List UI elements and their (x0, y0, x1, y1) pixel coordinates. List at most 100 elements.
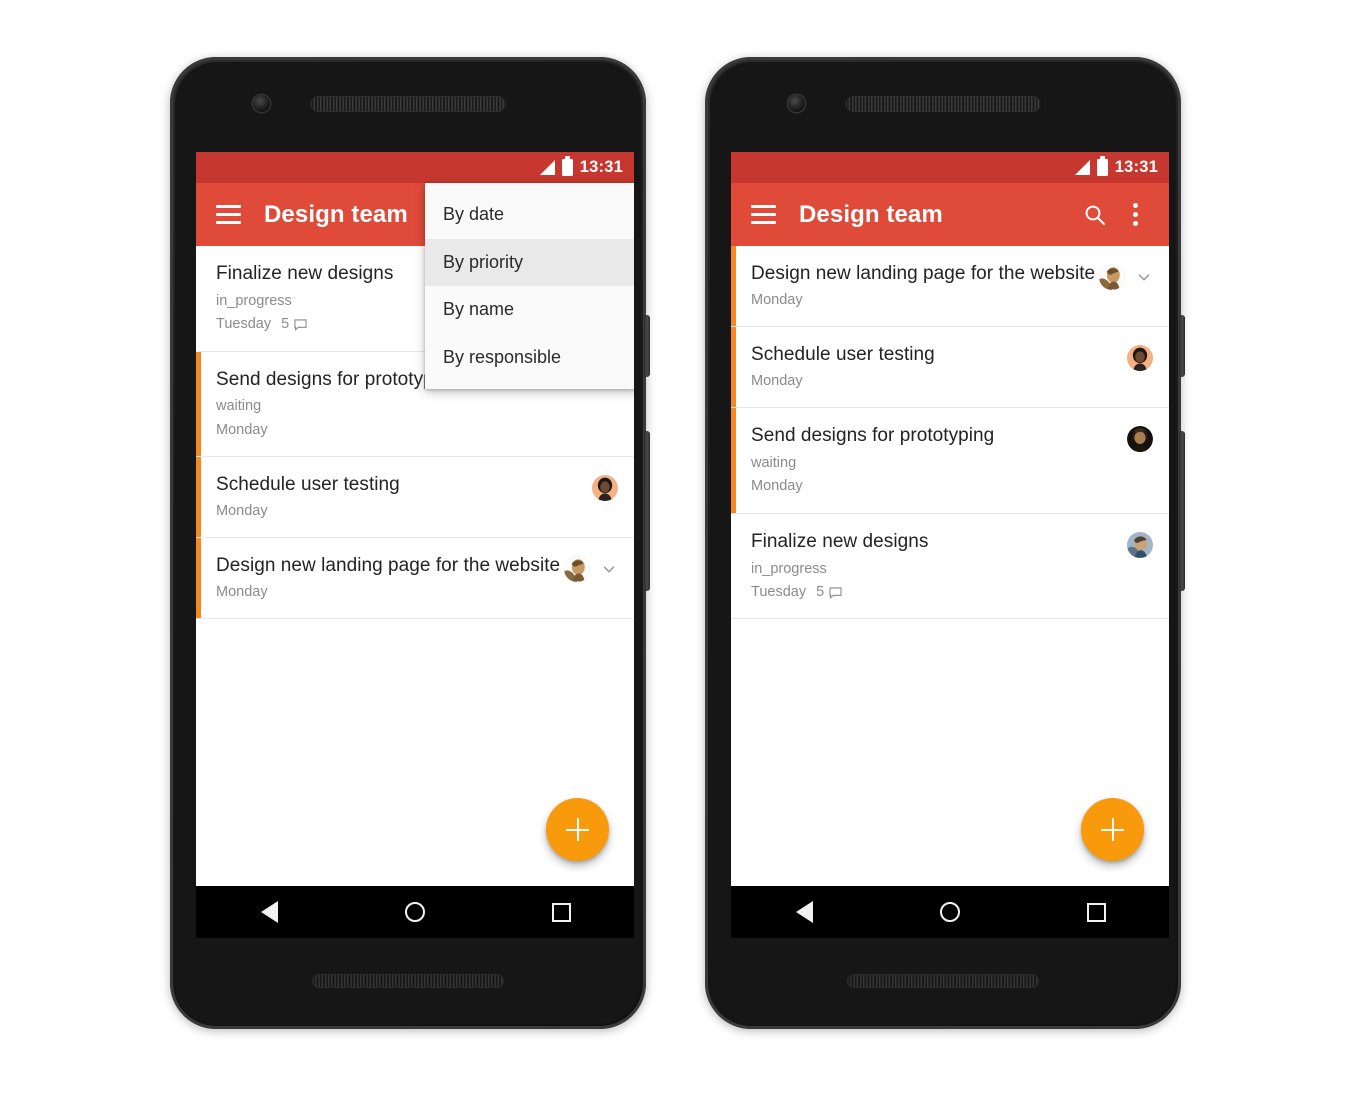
task-comments: 5 (816, 584, 842, 601)
task-content: Design new landing page for the website … (216, 554, 564, 601)
avatar[interactable] (1127, 426, 1153, 453)
nav-back-button[interactable] (776, 886, 832, 938)
task-row[interactable]: Design new landing page for the website … (731, 246, 1169, 328)
avatar[interactable] (564, 556, 590, 583)
menu-item-by-priority[interactable]: By priority (425, 238, 634, 287)
status-bar-clock: 13:31 (1114, 158, 1158, 177)
chevron-down-icon[interactable] (600, 560, 618, 578)
task-title: Design new landing page for the website (751, 263, 1096, 284)
recents-square-icon (1086, 902, 1106, 922)
task-meta: Monday (216, 422, 610, 439)
avatar[interactable] (1127, 345, 1153, 372)
nav-home-button[interactable] (922, 886, 978, 938)
page-title: Design team (264, 200, 408, 228)
avatar[interactable] (1099, 264, 1125, 290)
priority-stripe (731, 327, 736, 408)
android-nav-bar (731, 886, 1169, 938)
device-screen-right: 13:31 Design team Design new landing pag… (731, 152, 1169, 938)
task-actions (1127, 424, 1153, 453)
battery-full-icon (561, 156, 573, 176)
earpiece-speaker-grille (845, 96, 1041, 112)
status-bar-clock: 13:31 (579, 158, 623, 177)
priority-stripe (731, 408, 736, 513)
task-list-right: Design new landing page for the website … (731, 246, 1169, 620)
task-row[interactable]: Send designs for prototyping waiting Mon… (731, 408, 1169, 514)
nav-back-button[interactable] (241, 886, 297, 938)
task-day: Monday (216, 583, 268, 600)
task-day: Tuesday (216, 316, 272, 333)
status-bar: 13:31 (731, 152, 1169, 183)
sort-dropdown-menu: By date By priority By name By responsib… (425, 183, 634, 390)
task-status: in_progress (751, 560, 827, 577)
task-meta: Monday (751, 292, 1091, 309)
comment-count: 5 (816, 583, 825, 600)
plus-icon (1101, 818, 1124, 841)
priority-stripe (196, 351, 201, 457)
app-bar: Design team (731, 183, 1169, 246)
android-nav-bar (196, 886, 634, 938)
screenshot-stage: 13:31 Design team Finalize new designs i… (0, 0, 1356, 1100)
task-comments: 5 (281, 316, 307, 333)
task-content: Design new landing page for the website … (751, 262, 1099, 309)
task-title: Schedule user testing (216, 474, 400, 496)
plus-icon (566, 818, 589, 841)
task-title: Design new landing page for the website (216, 555, 561, 577)
search-button[interactable] (1075, 195, 1115, 235)
volume-button[interactable] (644, 431, 650, 591)
nav-home-button[interactable] (387, 886, 443, 938)
hamburger-menu-icon[interactable] (216, 205, 241, 224)
signal-triangle-icon (1074, 160, 1090, 175)
task-actions (592, 473, 618, 502)
task-row[interactable]: Schedule user testing Monday (731, 327, 1169, 409)
task-meta: Monday (751, 478, 1119, 495)
avatar[interactable] (592, 475, 618, 502)
task-title: Schedule user testing (751, 344, 935, 366)
add-task-fab[interactable] (1081, 798, 1144, 861)
menu-item-by-responsible[interactable]: By responsible (425, 334, 634, 382)
priority-stripe (196, 538, 201, 619)
hamburger-menu-icon[interactable] (751, 205, 776, 224)
menu-item-by-name[interactable]: By name (425, 286, 634, 334)
overflow-menu-icon (1132, 203, 1138, 226)
task-row[interactable]: Finalize new designs in_progress Tuesday… (731, 513, 1169, 620)
front-camera-icon (788, 95, 805, 112)
comment-bubble-icon (829, 587, 842, 599)
avatar[interactable] (1127, 531, 1153, 558)
task-day: Tuesday (751, 583, 807, 600)
phone-body-left: 13:31 Design team Finalize new designs i… (175, 62, 641, 1024)
comment-count: 5 (281, 316, 290, 333)
bottom-speaker-grille (312, 974, 504, 988)
back-triangle-icon (260, 901, 278, 923)
task-meta: Monday (216, 503, 584, 520)
nav-recents-button[interactable] (533, 886, 589, 938)
task-title: Finalize new designs (751, 530, 929, 552)
home-circle-icon (940, 902, 960, 922)
task-day: Monday (216, 502, 268, 519)
device-screen-left: 13:31 Design team Finalize new designs i… (196, 152, 634, 938)
priority-stripe (196, 457, 201, 538)
power-button[interactable] (1179, 315, 1185, 377)
phone-body-right: 13:31 Design team Design new landing pag… (710, 62, 1176, 1024)
nav-recents-button[interactable] (1068, 886, 1124, 938)
menu-item-by-date[interactable]: By date (425, 191, 634, 239)
task-meta: Monday (751, 373, 1119, 390)
earpiece-speaker-grille (310, 96, 506, 112)
task-row[interactable]: Schedule user testing Monday (196, 457, 634, 539)
task-content: Schedule user testing Monday (216, 473, 592, 520)
volume-button[interactable] (1179, 431, 1185, 591)
task-day: Monday (751, 372, 803, 389)
task-day: Monday (216, 421, 268, 438)
page-title: Design team (799, 200, 943, 228)
chevron-down-icon[interactable] (1135, 268, 1153, 286)
task-day: Monday (751, 478, 803, 495)
priority-stripe (731, 246, 736, 327)
power-button[interactable] (644, 315, 650, 377)
task-row[interactable]: Design new landing page for the website … (196, 538, 634, 620)
task-status: waiting (216, 398, 262, 415)
front-camera-icon (253, 95, 270, 112)
add-task-fab[interactable] (546, 798, 609, 861)
overflow-menu-button[interactable] (1115, 195, 1155, 235)
phone-device-left: 13:31 Design team Finalize new designs i… (170, 57, 650, 1029)
back-triangle-icon (795, 901, 813, 923)
search-icon (1085, 205, 1105, 225)
